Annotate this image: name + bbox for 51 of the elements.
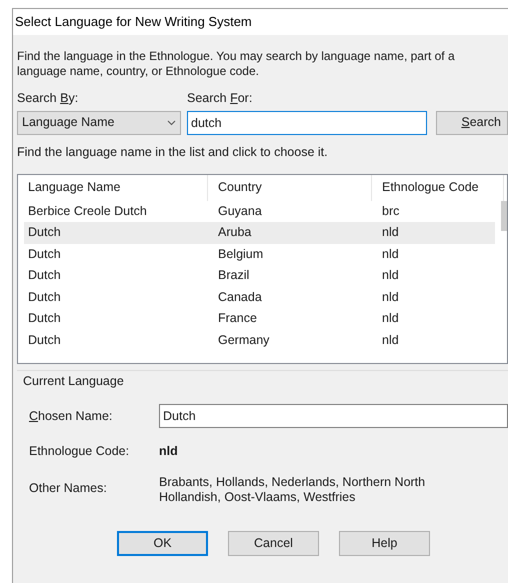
table-cell-text: Dutch <box>27 310 62 328</box>
language-row[interactable]: Dutch France nld <box>24 308 495 330</box>
column-header[interactable]: Country <box>208 174 372 200</box>
language-row[interactable]: Dutch Aruba nld <box>24 222 495 244</box>
language-row[interactable]: Dutch Germany nld <box>24 330 495 351</box>
search-button[interactable]: Search <box>436 110 508 135</box>
search-for-label: Search For: <box>187 90 254 107</box>
table-cell-text: Dutch <box>27 288 62 306</box>
table-cell-text: Guyana <box>217 202 263 220</box>
instructions-text: Find the language in the Ethnologue. You may search by language name, part of a language name, country, or Ethnologue code. <box>17 49 456 79</box>
language-row[interactable]: Dutch Canada nld <box>24 286 495 308</box>
language-row[interactable]: Dutch Brazil nld <box>24 265 495 286</box>
group-title: Current Language <box>23 372 125 390</box>
language-row[interactable]: Berbice Creole Dutch Guyana brc <box>24 200 495 222</box>
dialog-button[interactable]: Help <box>339 531 430 556</box>
other-names-label: Other Names: <box>29 480 108 497</box>
table-cell-text: France <box>217 310 258 328</box>
table-cell-text: nld <box>381 310 400 328</box>
table-cell-text: nld <box>381 224 400 242</box>
chosen-name-label: Chosen Name: <box>29 408 114 425</box>
table-cell-text: Germany <box>217 332 270 349</box>
scrollbar-thumb[interactable] <box>501 200 507 230</box>
code-value: nld <box>159 443 178 460</box>
table-cell-text: nld <box>381 267 400 284</box>
table-cell-text: Dutch <box>27 267 62 284</box>
window-title: Select Language for New Writing System <box>13 9 508 35</box>
table-cell-text: Aruba <box>217 224 252 242</box>
chevron-down-icon <box>167 120 176 126</box>
table-cell-text: Dutch <box>27 224 62 242</box>
table-cell-text: nld <box>381 332 400 349</box>
column-header[interactable]: Language Name <box>18 174 208 200</box>
dialog-button[interactable]: Cancel <box>228 531 319 556</box>
chosen-name-field[interactable]: Dutch <box>159 404 508 428</box>
column-header[interactable]: Ethnologue Code <box>372 174 504 200</box>
table-cell-text: Berbice Creole Dutch <box>27 202 148 220</box>
language-row[interactable]: Dutch Belgium nld <box>24 244 495 265</box>
search-by-dropdown[interactable]: Language Name <box>17 110 181 135</box>
table-cell-text: Canada <box>217 288 263 306</box>
table-cell-text: Dutch <box>27 246 62 263</box>
table-cell-text: nld <box>381 246 400 263</box>
list-hint-text: Find the language name in the list and click to choose it. <box>17 144 329 161</box>
table-cell-text: nld <box>381 288 400 306</box>
table-cell-text: Dutch <box>27 332 62 349</box>
other-names-value: Brabants, Hollands, Nederlands, Northern North Hollandish, Oost-Vlaams, Westfries <box>159 475 426 505</box>
code-label: Ethnologue Code: <box>29 443 130 460</box>
table-cell-text: Brazil <box>217 267 250 284</box>
dialog-button[interactable]: OK <box>117 531 208 556</box>
table-cell-text: brc <box>381 202 400 220</box>
search-field[interactable]: dutch <box>187 110 427 135</box>
search-by-label: Search By: <box>17 90 80 107</box>
table-cell-text: Belgium <box>217 246 264 263</box>
